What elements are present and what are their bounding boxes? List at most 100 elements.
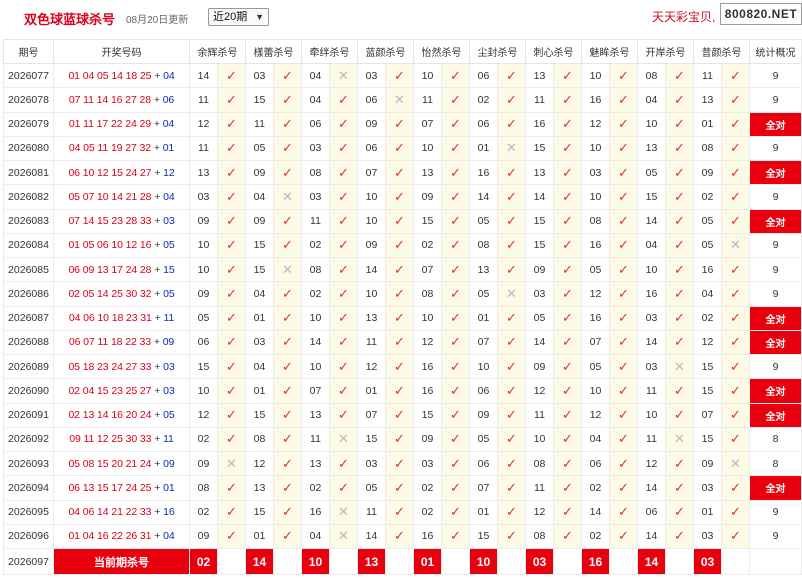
current-period: 2026097 [3,548,54,575]
draw-numbers: 07 11 14 16 27 28 + 06 [53,87,190,113]
kill-number: 13 [357,305,386,331]
check-icon: ✓ [497,402,526,428]
check-icon: ✓ [441,232,470,259]
period-cell: 2026077 [3,62,54,89]
draw-numbers: 02 04 15 23 25 27 + 03 [53,378,190,404]
kill-number: 03 [301,184,330,210]
kill-number: 14 [581,499,610,525]
kill-number: 05 [245,135,274,162]
plus-sign: + [151,69,164,82]
table-row: 2026080 04 05 11 19 27 32 + 01 11 ✓ 05 ✓ 03 ✓ 06… [3,135,802,162]
check-icon: ✓ [553,475,582,501]
check-icon: ✓ [441,159,470,186]
kill-number: 15 [245,87,274,113]
blue-ball: 03 [163,384,175,397]
kill-number: 07 [469,475,498,501]
check-icon: ✓ [665,499,694,525]
kill-number: 05 [693,208,722,234]
draw-numbers: 06 09 13 17 24 28 + 15 [53,256,190,283]
red-balls: 07 11 14 16 27 28 [68,93,152,106]
all-correct-badge: 全对 [749,305,802,331]
kill-number: 13 [301,450,330,477]
kill-number: 15 [357,426,386,453]
kill-number: 05 [581,353,610,380]
check-icon: ✓ [329,305,358,331]
kill-number: 05 [189,305,218,331]
kill-number: 11 [245,111,274,137]
check-icon: ✓ [329,87,358,113]
kill-number: 10 [189,256,218,283]
plus-sign: + [151,93,163,106]
check-icon: ✓ [721,111,750,137]
kill-number: 15 [413,208,442,234]
kill-number: 15 [245,232,274,259]
current-kill-number: 10 [469,548,498,575]
check-icon: ✓ [217,232,246,259]
period-cell: 2026095 [3,499,54,525]
check-icon: ✓ [609,499,638,525]
kill-number: 06 [581,450,610,477]
plus-sign: + [151,336,163,349]
kill-number: 04 [245,184,274,210]
all-correct-badge: 全对 [749,402,802,428]
check-icon: ✓ [665,87,694,113]
red-balls: 01 05 06 10 12 16 [68,239,152,252]
period-cell: 2026086 [3,281,54,307]
check-icon: ✓ [329,329,358,356]
kill-number: 03 [693,475,722,501]
check-icon: ✓ [721,159,750,186]
all-correct-badge: 全对 [749,208,802,234]
plus-sign: + [151,239,164,252]
cross-icon: ✕ [721,232,750,259]
check-icon: ✓ [553,329,582,356]
check-icon: ✓ [273,353,302,380]
period-cell: 2026093 [3,450,54,477]
kill-number: 12 [525,378,554,404]
top-bar: 双色球蓝球杀号 08月20日更新 近20期 ▼ 天天彩宝贝, 800820.NE… [0,0,802,36]
red-balls: 05 07 10 14 21 28 [68,190,152,203]
cross-icon: ✕ [329,523,358,550]
red-balls: 02 13 14 16 20 24 [68,409,152,422]
period-cell: 2026096 [3,523,54,550]
kill-number: 14 [301,329,330,356]
check-icon: ✓ [497,329,526,356]
kill-number: 07 [693,402,722,428]
kill-number: 05 [525,305,554,331]
check-icon: ✓ [273,499,302,525]
check-icon: ✓ [441,208,470,234]
plus-sign: + [151,433,164,446]
check-icon: ✓ [721,426,750,453]
plus-sign: + [151,506,164,519]
check-icon: ✓ [441,329,470,356]
check-icon: ✓ [497,305,526,331]
kill-number: 12 [693,329,722,356]
table-row: 2026094 06 13 15 17 24 25 + 01 08 ✓ 13 ✓ 02 ✓ 05… [3,475,802,501]
check-icon: ✓ [329,208,358,234]
correct-count: 9 [749,523,802,550]
check-icon: ✓ [497,256,526,283]
correct-count: 9 [749,281,802,307]
draw-numbers: 06 10 12 15 24 27 + 12 [53,159,190,186]
check-icon: ✓ [609,305,638,331]
period-select[interactable]: 近20期 ▼ [208,8,269,26]
cross-icon: ✕ [217,450,246,477]
kill-number: 03 [357,450,386,477]
draw-numbers: 06 13 15 17 24 25 + 01 [53,475,190,501]
kill-number: 02 [693,305,722,331]
cross-icon: ✕ [329,426,358,453]
period-cell: 2026087 [3,305,54,331]
check-icon: ✓ [217,378,246,404]
site-logo[interactable]: 800820.NET [720,3,802,25]
current-kill-number: 14 [637,548,666,575]
kill-number: 10 [637,111,666,137]
draw-numbers: 04 06 10 18 23 31 + 11 [53,305,190,331]
kill-number: 02 [469,87,498,113]
check-icon: ✓ [721,87,750,113]
kill-number: 10 [189,378,218,404]
check-icon: ✓ [329,232,358,259]
check-icon: ✓ [441,402,470,428]
kill-number: 13 [525,62,554,89]
plus-sign: + [151,481,164,494]
table-row: 2026087 04 06 10 18 23 31 + 11 05 ✓ 01 ✓ 10 ✓ 13… [3,305,802,331]
kill-number: 15 [693,426,722,453]
